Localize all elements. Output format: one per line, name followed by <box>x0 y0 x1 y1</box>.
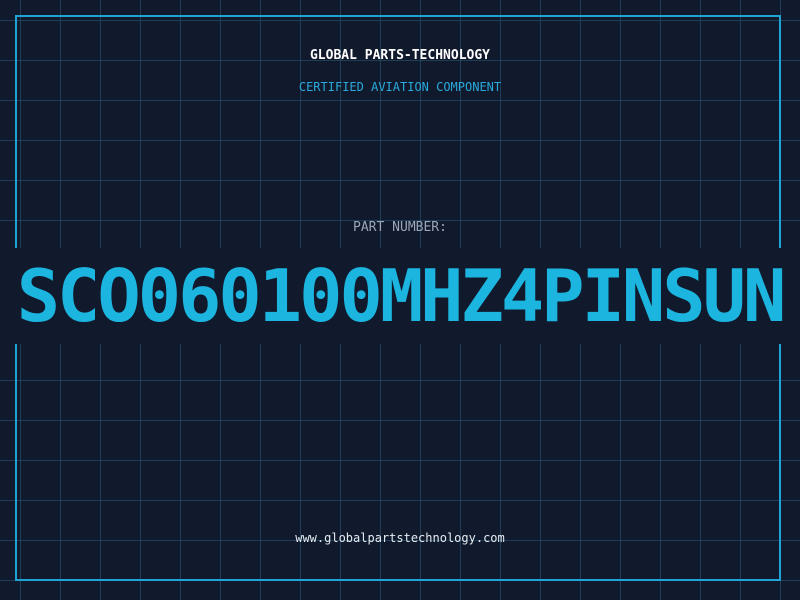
part-number-band: SCO060100MHZ4PINSUN <box>0 248 800 344</box>
certification-subtitle: CERTIFIED AVIATION COMPONENT <box>298 80 502 94</box>
part-number-value: SCO060100MHZ4PINSUN <box>16 254 787 338</box>
website-url: www.globalpartstechnology.com <box>295 531 505 545</box>
part-number-label: PART NUMBER: <box>353 220 447 235</box>
company-name: GLOBAL PARTS-TECHNOLOGY <box>309 48 490 63</box>
